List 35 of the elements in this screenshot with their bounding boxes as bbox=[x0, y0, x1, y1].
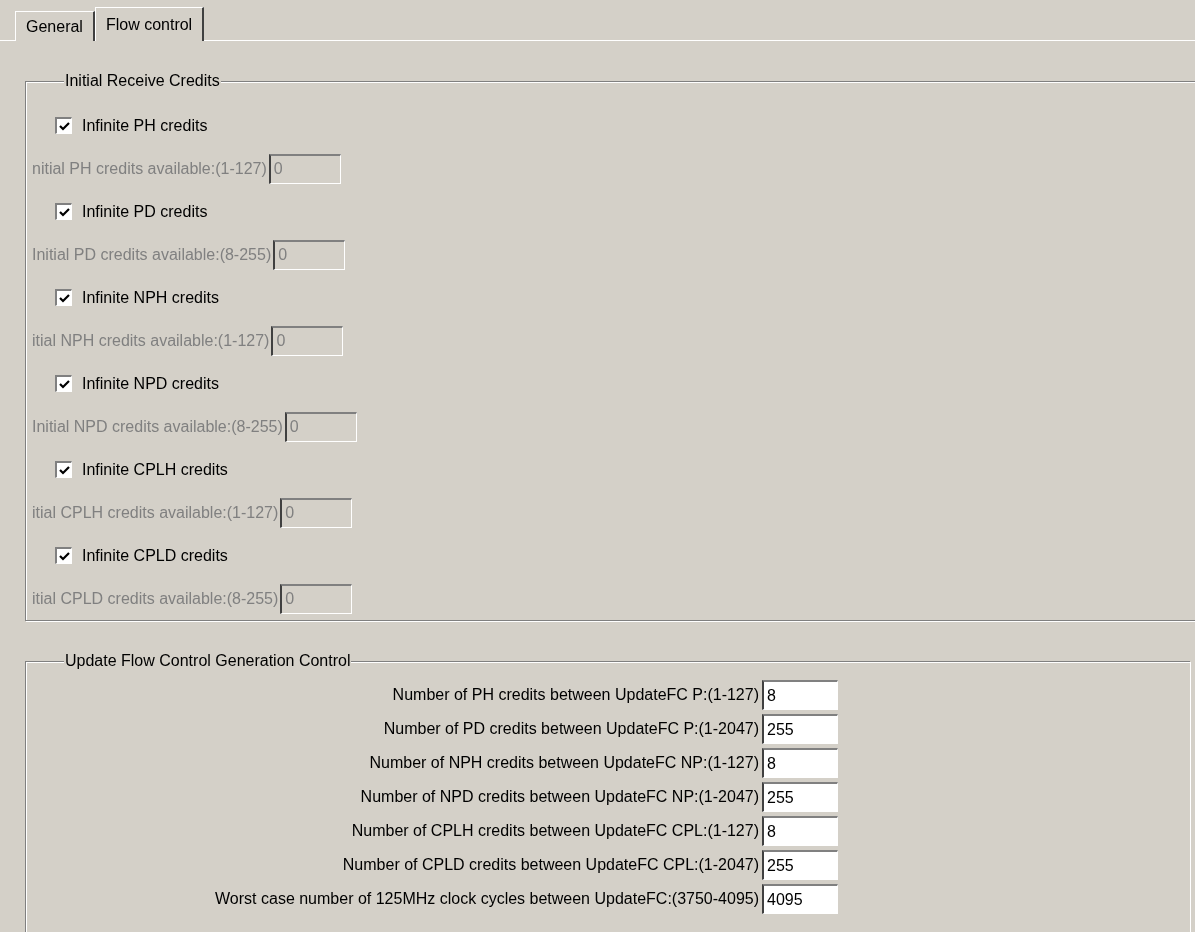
field-label: Worst case number of 125MHz clock cycles between UpdateFC:(3750-4095) bbox=[215, 889, 759, 909]
field-label: Initial NPD credits available:(8-255) bbox=[32, 416, 283, 437]
field-label: Initial PD credits available:(8-255) bbox=[32, 244, 272, 265]
checkmark-icon bbox=[58, 120, 70, 132]
checkmark-icon bbox=[58, 292, 70, 304]
tab[interactable]: Flow control bbox=[94, 7, 205, 41]
checkbox-label: Infinite PH credits bbox=[82, 115, 208, 136]
number-field[interactable]: 8 bbox=[762, 748, 838, 778]
field-label: Number of PD credits between UpdateFC P:(1-2047) bbox=[383, 719, 759, 739]
field-label: Number of NPD credits between UpdateFC NP:(1-2047) bbox=[360, 787, 759, 807]
number-field[interactable]: 8 bbox=[762, 680, 838, 710]
field-label: Number of CPLH credits between UpdateFC CPL:(1-127) bbox=[351, 821, 759, 841]
checkbox-label: Infinite NPH credits bbox=[82, 287, 219, 308]
number-field[interactable]: 255 bbox=[762, 714, 838, 744]
number-field[interactable]: 255 bbox=[762, 782, 838, 812]
checkmark-icon bbox=[58, 206, 70, 218]
field-label: itial CPLD credits available:(8-255) bbox=[32, 588, 279, 609]
tab[interactable]: General bbox=[15, 11, 95, 41]
field-label: Number of NPH credits between UpdateFC NP:(1-127) bbox=[369, 753, 759, 773]
field-label: itial CPLH credits available:(1-127) bbox=[32, 502, 279, 523]
checkmark-icon bbox=[58, 378, 70, 390]
number-field[interactable]: 8 bbox=[762, 816, 838, 846]
number-field[interactable]: 255 bbox=[762, 850, 838, 880]
checkbox-label: Infinite CPLH credits bbox=[82, 459, 228, 480]
checkbox-label: Infinite CPLD credits bbox=[82, 545, 228, 566]
field-label: itial NPH credits available:(1-127) bbox=[32, 330, 270, 351]
group-title: Update Flow Control Generation Control bbox=[64, 651, 352, 671]
number-field[interactable]: 4095 bbox=[762, 884, 838, 914]
field-label: Number of PH credits between UpdateFC P:(1-127) bbox=[392, 685, 759, 705]
checkmark-icon bbox=[58, 550, 70, 562]
field-label: Number of CPLD credits between UpdateFC CPL:(1-2047) bbox=[342, 855, 759, 875]
checkbox-label: Infinite NPD credits bbox=[82, 373, 219, 394]
checkmark-icon bbox=[58, 464, 70, 476]
field-label: nitial PH credits available:(1-127) bbox=[32, 158, 267, 179]
checkbox-label: Infinite PD credits bbox=[82, 201, 208, 222]
